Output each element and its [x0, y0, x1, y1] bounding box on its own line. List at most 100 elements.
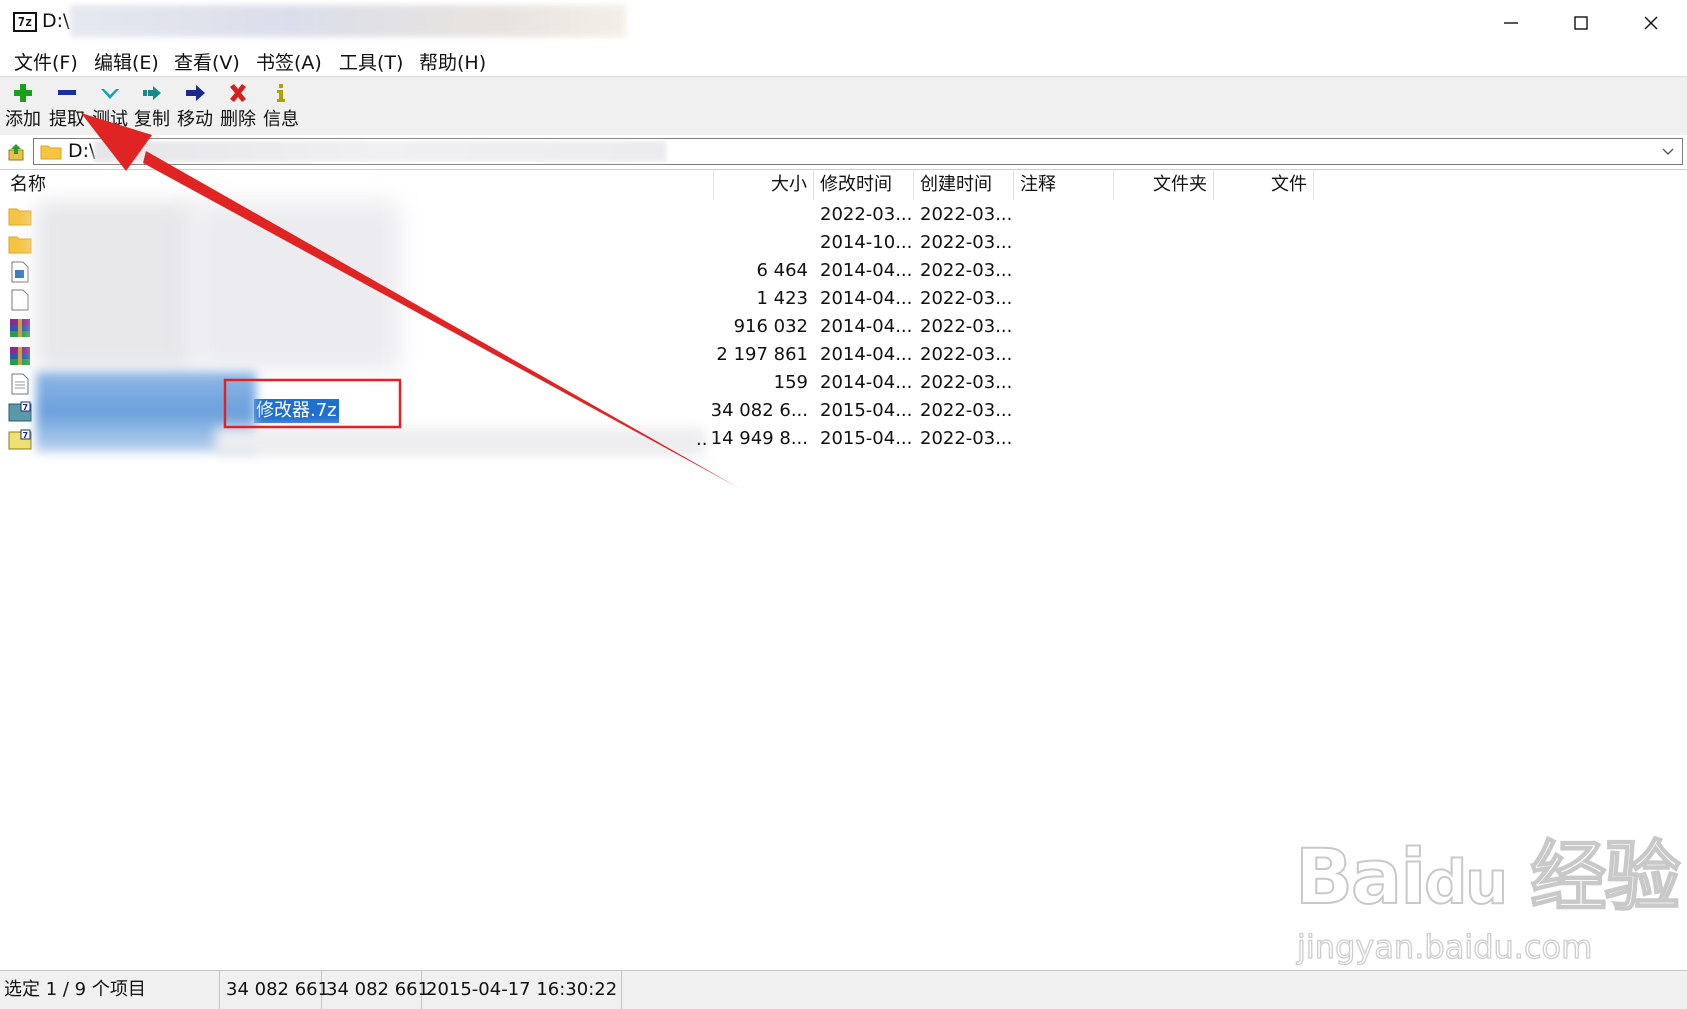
file-size: 14 949 8...	[710, 428, 808, 449]
menu-bookmarks[interactable]: 书签(A)	[254, 48, 324, 75]
status-selection: 选定 1 / 9 个项目	[0, 971, 220, 1009]
file-created: 2022-03...	[920, 344, 1013, 365]
info-button[interactable]: 信息	[259, 77, 303, 135]
info-icon	[277, 84, 285, 102]
close-icon	[1644, 16, 1658, 30]
file-size: 6 464	[756, 260, 808, 281]
menu-help[interactable]: 帮助(H)	[417, 48, 488, 75]
maximize-button[interactable]	[1546, 0, 1616, 46]
file-size: 1 423	[756, 288, 808, 309]
file-modified: 2014-04...	[820, 372, 913, 393]
file-size: 916 032	[733, 316, 808, 337]
file-modified: 2014-04...	[820, 260, 913, 281]
address-redaction	[94, 141, 666, 162]
menu-tools[interactable]: 工具(T)	[337, 48, 405, 75]
close-button[interactable]	[1616, 0, 1686, 46]
folder-icon	[8, 208, 32, 226]
column-folders[interactable]: 文件夹	[1114, 170, 1214, 200]
file-size: 2 197 861	[716, 344, 808, 365]
move-label: 移动	[177, 109, 213, 130]
file-created: 2022-03...	[920, 372, 1013, 393]
image-file-icon	[11, 261, 29, 283]
maximize-icon	[1574, 16, 1588, 30]
column-created[interactable]: 创建时间	[914, 170, 1014, 200]
file-created: 2022-03...	[920, 260, 1013, 281]
menu-file[interactable]: 文件(F)	[12, 48, 80, 75]
name-redaction	[36, 201, 196, 371]
add-button[interactable]: 添加	[1, 77, 45, 135]
move-button[interactable]: 移动	[173, 77, 217, 135]
folder-icon	[8, 236, 32, 254]
toolbar: 添加 提取 测试 复制 移动 删除 信息	[0, 76, 1687, 136]
text-file-icon	[11, 373, 29, 395]
column-comment[interactable]: 注释	[1014, 170, 1114, 200]
file-size: 159	[773, 372, 808, 393]
svg-text:7: 7	[23, 403, 29, 412]
file-modified: 2014-04...	[820, 316, 913, 337]
window-title: D:\	[42, 10, 70, 32]
test-button[interactable]: 测试	[88, 77, 132, 135]
name-redaction	[215, 428, 705, 456]
svg-text:7: 7	[23, 431, 29, 440]
file-name: 修改器.7z	[254, 399, 339, 423]
parent-folder-icon[interactable]	[6, 142, 26, 162]
app-7z-icon: 7z	[13, 12, 37, 32]
status-bar: 选定 1 / 9 个项目 34 082 661 34 082 661 2015-…	[0, 970, 1687, 1009]
info-label: 信息	[263, 109, 299, 130]
extract-button[interactable]: 提取	[45, 77, 89, 135]
file-created: 2022-03...	[920, 316, 1013, 337]
7z-archive-icon: 7	[8, 401, 32, 422]
file-created: 2022-03...	[920, 428, 1013, 449]
truncation-marker: ..	[696, 429, 708, 450]
file-size	[700, 201, 808, 229]
delete-button[interactable]: 删除	[216, 77, 260, 135]
check-icon	[101, 89, 119, 99]
menu-edit[interactable]: 编辑(E)	[92, 48, 161, 75]
status-packed-size: 34 082 661	[322, 971, 429, 1009]
folder-icon	[40, 145, 62, 160]
copy-arrow-icon	[143, 86, 161, 100]
file-created: 2022-03...	[920, 400, 1013, 421]
column-files[interactable]: 文件	[1214, 170, 1314, 200]
delete-x-icon	[230, 84, 246, 102]
address-bar: D:\	[0, 135, 1687, 170]
minus-icon	[58, 90, 76, 95]
name-redaction	[190, 201, 400, 371]
file-modified: 2022-03...	[820, 204, 913, 225]
file-created: 2022-03...	[920, 288, 1013, 309]
rar-archive-icon	[10, 347, 30, 365]
file-size	[700, 229, 808, 257]
plus-icon	[14, 84, 32, 102]
status-modified: 2015-04-17 16:30:22	[422, 971, 622, 1009]
file-created: 2022-03...	[920, 232, 1013, 253]
column-modified[interactable]: 修改时间	[814, 170, 914, 200]
baidu-watermark-logo: Baidu 经验	[1294, 831, 1681, 922]
minimize-button[interactable]	[1476, 0, 1546, 46]
baidu-watermark-url: jingyan.baidu.com	[1296, 927, 1593, 966]
delete-label: 删除	[220, 109, 256, 130]
menu-view[interactable]: 查看(V)	[172, 48, 242, 75]
column-name[interactable]: 名称	[0, 170, 714, 200]
status-size: 34 082 661	[222, 971, 329, 1009]
copy-label: 复制	[134, 109, 170, 130]
column-size[interactable]: 大小	[714, 170, 814, 200]
copy-button[interactable]: 复制	[130, 77, 174, 135]
file-modified: 2015-04...	[820, 400, 913, 421]
title-redaction	[70, 5, 626, 37]
rar-archive-icon	[10, 319, 30, 337]
file-created: 2022-03...	[920, 204, 1013, 225]
file-modified: 2014-10...	[820, 232, 913, 253]
7z-archive-icon: 7	[8, 429, 32, 450]
add-label: 添加	[5, 109, 41, 130]
file-size: 34 082 6...	[710, 400, 808, 421]
move-arrow-icon	[186, 85, 205, 101]
file-modified: 2014-04...	[820, 288, 913, 309]
title-bar: 7z D:\	[0, 0, 1687, 46]
chevron-down-icon[interactable]	[1660, 143, 1676, 159]
test-label: 测试	[92, 109, 128, 130]
address-input[interactable]: D:\	[33, 138, 1683, 165]
file-modified: 2014-04...	[820, 344, 913, 365]
column-header-row: 名称 大小 修改时间 创建时间 注释 文件夹 文件	[0, 170, 1687, 200]
extract-label: 提取	[49, 109, 85, 130]
menu-bar: 文件(F) 编辑(E) 查看(V) 书签(A) 工具(T) 帮助(H)	[0, 46, 1687, 76]
